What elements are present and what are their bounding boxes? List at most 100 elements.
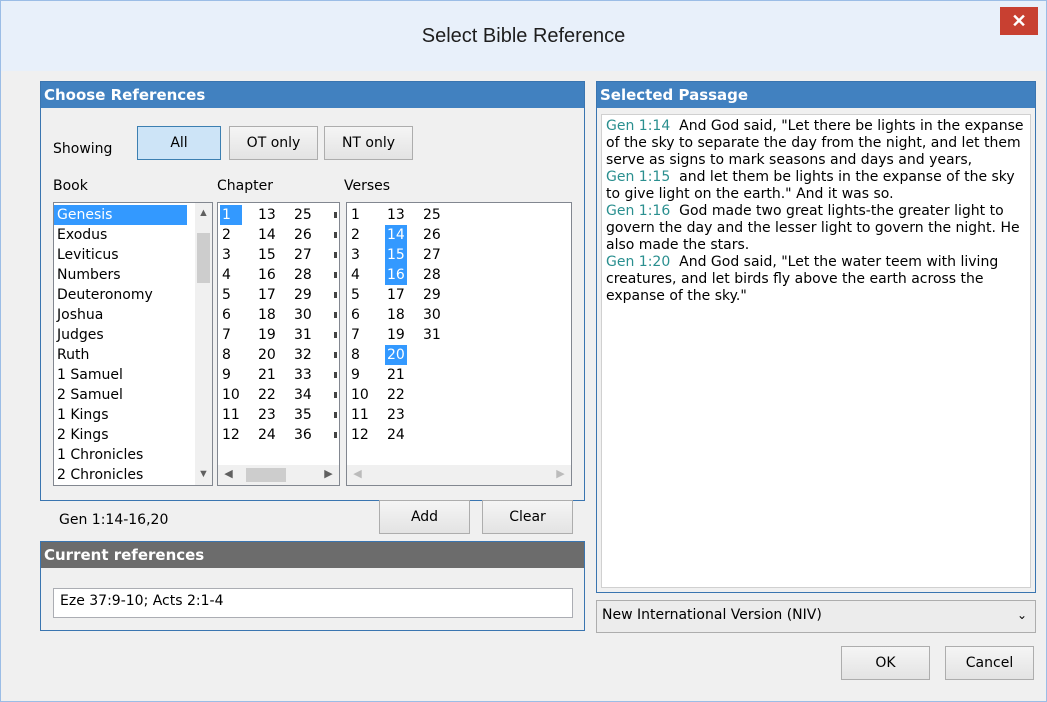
verse-cell[interactable]: 13 (385, 205, 407, 225)
filter-all-button[interactable]: All (137, 126, 221, 160)
chapter-cell[interactable]: 30 (292, 305, 314, 325)
close-button[interactable]: ✕ (1000, 7, 1038, 35)
book-item[interactable]: Exodus (54, 225, 212, 245)
verse-cell[interactable]: 15 (385, 245, 407, 265)
book-item[interactable]: Genesis (54, 205, 187, 225)
verse-cell[interactable]: 21 (385, 365, 407, 385)
version-select[interactable]: New International Version (NIV) ⌄ (596, 600, 1036, 633)
chapter-cell[interactable]: 16 (256, 265, 278, 285)
chapter-cell[interactable]: 6 (220, 305, 242, 325)
book-list[interactable]: Genesis Exodus Leviticus Numbers Deuteronomy… (53, 202, 213, 486)
book-item[interactable]: 1 Kings (54, 405, 212, 425)
book-item[interactable]: 2 Kings (54, 425, 212, 445)
chevron-right-icon[interactable]: ▶ (552, 466, 569, 483)
scroll-thumb[interactable] (197, 233, 210, 283)
chapter-cell[interactable]: 35 (292, 405, 314, 425)
chapter-cell[interactable]: 1 (220, 205, 242, 225)
chevron-down-icon[interactable]: ▼ (195, 466, 212, 483)
chapter-cell[interactable]: 24 (256, 425, 278, 445)
chapter-list[interactable]: 1 2 3 4 5 6 7 8 9 10 11 12 13 14 15 16 17 18 19 20 21 22 23 24 2… (217, 202, 340, 486)
chapter-cell[interactable]: 23 (256, 405, 278, 425)
chapter-cell[interactable]: 27 (292, 245, 314, 265)
chapter-cell[interactable]: 17 (256, 285, 278, 305)
book-item[interactable]: Judges (54, 325, 212, 345)
verse-cell[interactable]: 12 (349, 425, 371, 445)
chapter-cell[interactable]: 5 (220, 285, 242, 305)
verse-cell[interactable]: 24 (385, 425, 407, 445)
chapter-cell[interactable]: 21 (256, 365, 278, 385)
chevron-left-icon[interactable]: ◀ (349, 466, 366, 483)
verse-cell[interactable]: 30 (421, 305, 443, 325)
chapter-cell[interactable]: 25 (292, 205, 314, 225)
chapter-cell[interactable]: 14 (256, 225, 278, 245)
verse-cell[interactable]: 7 (349, 325, 371, 345)
book-item[interactable]: Ruth (54, 345, 212, 365)
chapter-cell[interactable]: 3 (220, 245, 242, 265)
verse-cell[interactable]: 27 (421, 245, 443, 265)
chapter-cell[interactable]: 11 (220, 405, 242, 425)
book-list-scrollbar[interactable]: ▲ ▼ (195, 203, 212, 485)
add-button[interactable]: Add (379, 500, 470, 534)
chapter-cell[interactable]: 18 (256, 305, 278, 325)
verse-cell[interactable]: 22 (385, 385, 407, 405)
book-item[interactable]: 1 Chronicles (54, 445, 212, 465)
chapter-cell[interactable]: 34 (292, 385, 314, 405)
scroll-thumb[interactable] (246, 468, 286, 482)
chapter-cell[interactable]: 4 (220, 265, 242, 285)
ok-button[interactable]: OK (841, 646, 930, 680)
verse-cell[interactable]: 29 (421, 285, 443, 305)
verse-cell[interactable]: 11 (349, 405, 371, 425)
clear-button[interactable]: Clear (482, 500, 573, 534)
chapter-cell[interactable]: 20 (256, 345, 278, 365)
book-item[interactable]: Leviticus (54, 245, 212, 265)
chevron-up-icon[interactable]: ▲ (195, 205, 212, 222)
verse-cell[interactable]: 14 (385, 225, 407, 245)
book-item[interactable]: Deuteronomy (54, 285, 212, 305)
chapter-cell[interactable]: 2 (220, 225, 242, 245)
verse-cell[interactable]: 10 (349, 385, 371, 405)
verse-cell[interactable]: 6 (349, 305, 371, 325)
chapter-cell[interactable]: 12 (220, 425, 242, 445)
book-item[interactable]: 1 Samuel (54, 365, 212, 385)
current-references-field[interactable]: Eze 37:9-10; Acts 2:1-4 (53, 588, 573, 618)
chapter-list-scrollbar[interactable]: ◀ ▶ (218, 465, 339, 485)
verse-cell[interactable]: 5 (349, 285, 371, 305)
filter-ot-button[interactable]: OT only (229, 126, 318, 160)
chapter-cell[interactable]: 29 (292, 285, 314, 305)
verse-cell[interactable]: 3 (349, 245, 371, 265)
verse-cell[interactable]: 28 (421, 265, 443, 285)
chapter-cell[interactable]: 28 (292, 265, 314, 285)
verse-cell[interactable]: 16 (385, 265, 407, 285)
cancel-button[interactable]: Cancel (945, 646, 1034, 680)
verse-list-scrollbar[interactable]: ◀ ▶ (347, 465, 571, 485)
chapter-cell[interactable]: 32 (292, 345, 314, 365)
book-item[interactable]: Joshua (54, 305, 212, 325)
chapter-cell[interactable]: 8 (220, 345, 242, 365)
verse-cell[interactable]: 31 (421, 325, 443, 345)
chapter-cell[interactable]: 9 (220, 365, 242, 385)
verse-cell[interactable]: 20 (385, 345, 407, 365)
book-item[interactable]: 2 Chronicles (54, 465, 212, 485)
verse-cell[interactable]: 18 (385, 305, 407, 325)
verse-cell[interactable]: 2 (349, 225, 371, 245)
passage-text[interactable]: Gen 1:14 And God said, "Let there be lig… (601, 114, 1031, 588)
chapter-cell[interactable]: 13 (256, 205, 278, 225)
verse-list[interactable]: 1 2 3 4 5 6 7 8 9 10 11 12 13 14 15 16 17 18 19 20 21 22 23 24 2… (346, 202, 572, 486)
chapter-cell[interactable]: 10 (220, 385, 242, 405)
chapter-cell[interactable]: 7 (220, 325, 242, 345)
title-bar[interactable]: Select Bible Reference ✕ (1, 1, 1046, 71)
chapter-cell[interactable]: 26 (292, 225, 314, 245)
chapter-cell[interactable]: 19 (256, 325, 278, 345)
verse-cell[interactable]: 8 (349, 345, 371, 365)
chapter-cell[interactable]: 15 (256, 245, 278, 265)
verse-cell[interactable]: 17 (385, 285, 407, 305)
chevron-right-icon[interactable]: ▶ (320, 466, 337, 483)
verse-cell[interactable]: 26 (421, 225, 443, 245)
verse-cell[interactable]: 9 (349, 365, 371, 385)
chevron-left-icon[interactable]: ◀ (220, 466, 237, 483)
book-item[interactable]: 2 Samuel (54, 385, 212, 405)
verse-cell[interactable]: 4 (349, 265, 371, 285)
chapter-cell[interactable]: 31 (292, 325, 314, 345)
chapter-cell[interactable]: 22 (256, 385, 278, 405)
verse-cell[interactable]: 23 (385, 405, 407, 425)
